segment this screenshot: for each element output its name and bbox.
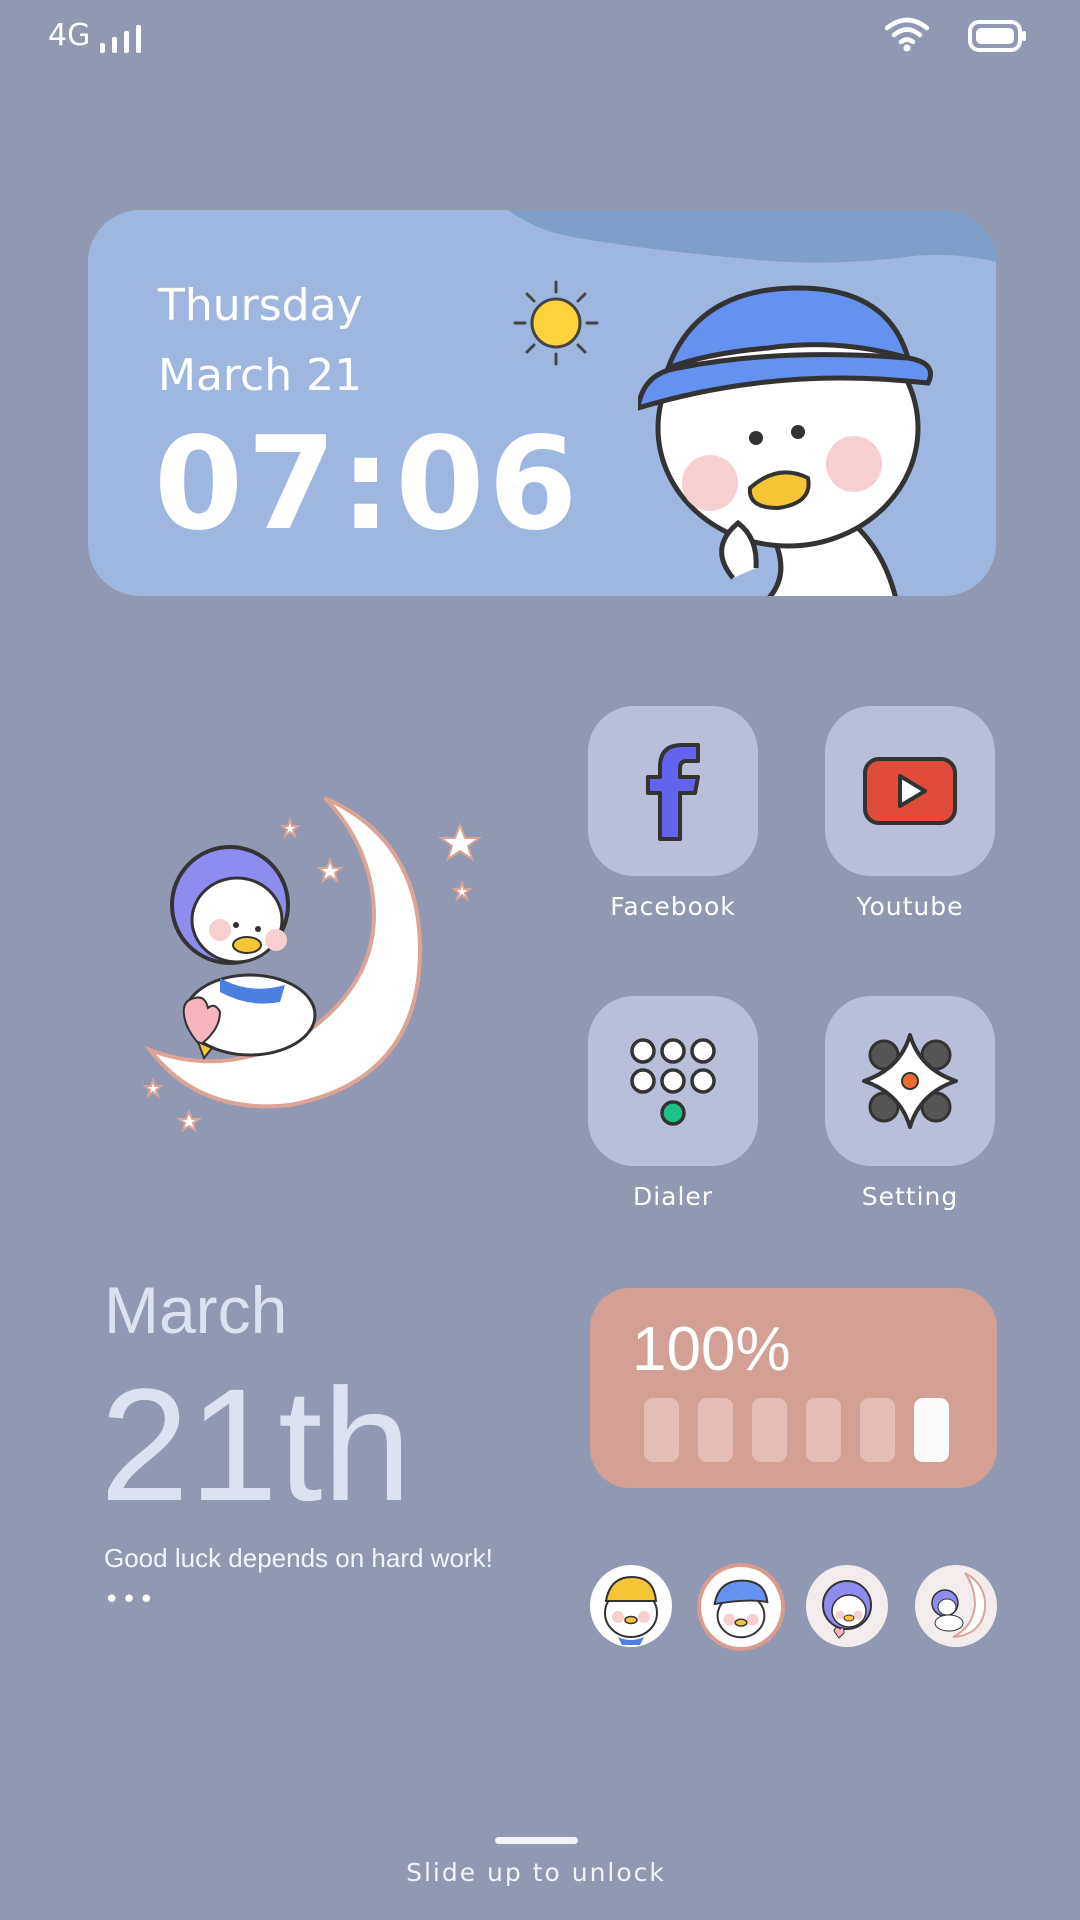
duck-avatar-icon: [822, 1580, 872, 1639]
duck-avatar-icon: [604, 1575, 658, 1645]
app-tile[interactable]: [588, 706, 758, 876]
battery-cell: [860, 1398, 895, 1462]
signal-icon: [100, 25, 142, 53]
app-label: Facebook: [610, 892, 736, 921]
battery-percent: 100%: [632, 1315, 791, 1384]
app-tile[interactable]: [825, 996, 995, 1166]
battery-cell: [914, 1398, 949, 1462]
weekday-label: Thursday: [158, 280, 363, 331]
day-label: 21th: [100, 1355, 412, 1534]
theme-avatar-yellow-hat[interactable]: [590, 1565, 672, 1647]
app-facebook[interactable]: Facebook: [588, 706, 758, 921]
battery-icon: [968, 20, 1026, 52]
network-type: 4G: [48, 18, 91, 53]
app-label: Dialer: [632, 1182, 714, 1211]
app-youtube[interactable]: Youtube: [825, 706, 995, 921]
month-label: March: [104, 1273, 288, 1347]
battery-cell: [644, 1398, 679, 1462]
unlock-hint: Slide up to unlock: [406, 1858, 666, 1887]
battery-level-bar: [644, 1398, 949, 1462]
app-dialer[interactable]: Dialer: [588, 996, 758, 1211]
duck-moon-avatar-icon: [931, 1572, 987, 1638]
theme-avatar-purple-hood[interactable]: [806, 1565, 888, 1647]
theme-avatar-moon[interactable]: [915, 1565, 997, 1647]
battery-cell: [698, 1398, 733, 1462]
duck-on-moon-illustration: [142, 796, 483, 1133]
clock-time: 07:06: [154, 410, 582, 559]
network-indicator: 4G: [48, 18, 142, 53]
theme-avatar-blue-hat[interactable]: [697, 1563, 785, 1651]
wifi-icon: [885, 17, 929, 52]
unlock-handle[interactable]: [495, 1837, 578, 1844]
battery-cell: [806, 1398, 841, 1462]
status-bar: 4G: [0, 0, 1080, 70]
app-label: Setting: [861, 1182, 959, 1211]
dialer-icon: [630, 1038, 716, 1126]
clock-weather-widget[interactable]: Thursday March 21 07:06: [88, 210, 996, 596]
app-tile[interactable]: [825, 706, 995, 876]
sun-icon: [513, 280, 599, 366]
youtube-icon: [863, 757, 957, 825]
date-label: March 21: [158, 350, 363, 401]
app-setting[interactable]: Setting: [825, 996, 995, 1211]
app-label: Youtube: [856, 892, 964, 921]
more-dots[interactable]: •••: [104, 1585, 156, 1615]
duck-illustration: [638, 285, 933, 596]
battery-cell: [752, 1398, 787, 1462]
setting-icon: [862, 1033, 958, 1129]
app-tile[interactable]: [588, 996, 758, 1166]
motto-text: Good luck depends on hard work!: [104, 1543, 493, 1573]
duck-avatar-icon: [713, 1579, 769, 1639]
facebook-icon: [646, 743, 700, 841]
battery-widget[interactable]: 100%: [590, 1288, 997, 1488]
